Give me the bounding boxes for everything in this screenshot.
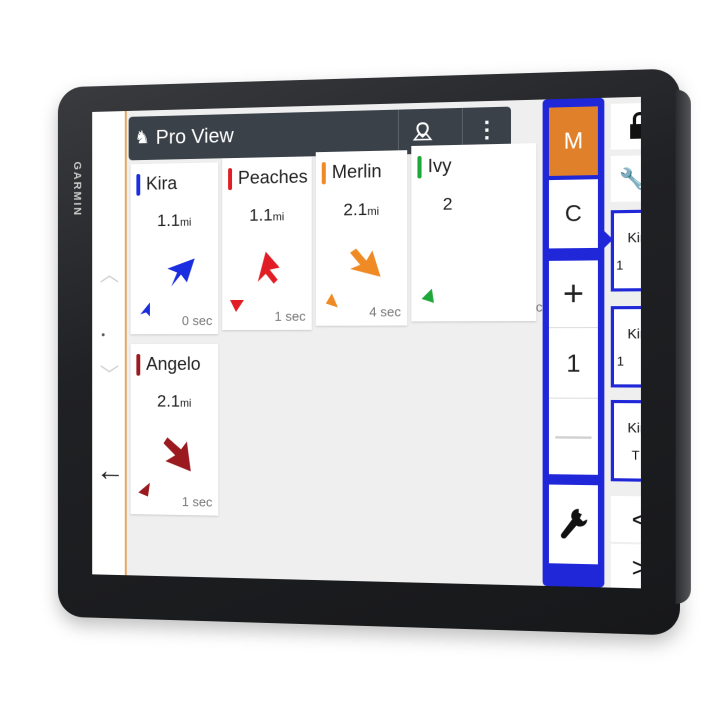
- direction-arrow-icon: [257, 251, 280, 284]
- small-direction-icon: [138, 482, 150, 497]
- distance-value: 2.1: [343, 199, 368, 220]
- distance-value: 1.1: [157, 210, 181, 231]
- dog-distance: 2.1mi: [316, 199, 407, 221]
- direction-arrow-icon: [163, 437, 191, 472]
- dog-card-merlin[interactable]: Merlin 2.1mi 4 sec: [315, 150, 408, 326]
- mode-m-button[interactable]: M: [548, 106, 598, 176]
- left-strip: ︿ ﹀ ←: [92, 111, 127, 576]
- slot-kira-1c[interactable]: Kira 1 C: [610, 305, 641, 388]
- scroll-down-icon[interactable]: ﹀: [100, 365, 119, 387]
- dog-color-bar: [228, 168, 233, 191]
- chevron-left-icon[interactable]: <: [610, 495, 641, 543]
- dog-update-time: c: [535, 299, 543, 315]
- mic-dot: [101, 333, 105, 337]
- garmin-device: GARMIN ︿ ﹀ ← ♞ Pro View ⋮ Kira 1.1mi 0 s…: [57, 68, 680, 636]
- wrench-icon: 🔧: [618, 167, 641, 191]
- slot-kira-1m[interactable]: Kira 1 M: [610, 209, 641, 292]
- slot-sub: 1 M: [616, 257, 641, 273]
- level-value: 1: [548, 331, 598, 399]
- level-stepper: + 1 —: [548, 260, 598, 475]
- unlock-icon: [627, 111, 641, 139]
- dog-name: Merlin: [331, 160, 382, 183]
- dog-color-bar: [136, 173, 141, 196]
- distance-unit: mi: [180, 216, 192, 229]
- increase-button[interactable]: +: [548, 260, 598, 329]
- small-direction-icon: [421, 288, 434, 303]
- mode-popup: M C + 1 —: [542, 97, 613, 588]
- tools-button[interactable]: 🔧 3: [610, 154, 641, 202]
- unlock-button[interactable]: [610, 102, 641, 150]
- slot-name: Kira: [627, 325, 641, 342]
- small-direction-icon: [140, 302, 150, 317]
- dog-card-kira[interactable]: Kira 1.1mi 0 sec: [130, 162, 219, 335]
- direction-arrow-icon: [167, 258, 195, 287]
- distance-unit: mi: [272, 211, 285, 224]
- dog-color-bar: [417, 155, 422, 179]
- distance-value: 2: [442, 194, 453, 214]
- dog-update-time: 1 sec: [274, 308, 306, 324]
- right-toolbar: 🔧 3 Kira 1 M Kira 1 C Kira T < >: [610, 97, 641, 589]
- dog-distance: 2.1mi: [131, 392, 219, 412]
- wrench-icon: [560, 508, 588, 539]
- mode-c-button[interactable]: C: [548, 179, 598, 249]
- chevron-right-icon[interactable]: >: [610, 543, 641, 589]
- dog-name: Angelo: [146, 353, 201, 374]
- scroll-up-icon[interactable]: ︿: [100, 264, 119, 286]
- back-arrow-icon[interactable]: ←: [96, 454, 125, 487]
- dog-name: Kira: [146, 173, 178, 194]
- page-title: Pro View: [155, 125, 234, 149]
- dog-update-time: 4 sec: [369, 304, 402, 320]
- dog-name: Ivy: [427, 155, 452, 177]
- slot-sub: T: [631, 447, 641, 463]
- dog-distance: 1.1mi: [131, 210, 219, 231]
- slot-sub: 1 C: [616, 353, 641, 369]
- dog-name: Peaches: [237, 166, 308, 188]
- small-direction-icon: [325, 293, 338, 308]
- screen: ︿ ﹀ ← ♞ Pro View ⋮ Kira 1.1mi 0 sec Peac…: [92, 96, 641, 589]
- distance-unit: mi: [180, 397, 192, 410]
- slot-kira-t[interactable]: Kira T: [610, 399, 641, 483]
- distance-value: 1.1: [249, 205, 273, 225]
- dog-card-angelo[interactable]: Angelo 2.1mi 1 sec: [130, 344, 219, 516]
- dog-color-bar: [321, 162, 326, 185]
- decrease-button[interactable]: —: [549, 402, 598, 469]
- map-pin-icon: [411, 120, 434, 143]
- brand-logo: GARMIN: [71, 161, 83, 218]
- direction-arrow-icon: [350, 248, 381, 278]
- settings-wrench-button[interactable]: [548, 484, 598, 565]
- small-direction-icon: [230, 299, 244, 312]
- dog-color-bar: [136, 353, 141, 376]
- dog-update-time: 1 sec: [181, 494, 213, 510]
- dog-distance: 2: [411, 194, 453, 215]
- slot-name: Kira: [627, 419, 641, 436]
- dog-icon: ♞: [134, 127, 151, 148]
- distance-value: 2.1: [157, 391, 181, 411]
- dog-card-peaches[interactable]: Peaches 1.1mi 1 sec: [222, 156, 312, 331]
- dog-update-time: 0 sec: [181, 313, 213, 329]
- dog-distance: 1.1mi: [222, 205, 312, 226]
- slot-name: Kira: [627, 228, 641, 245]
- dog-card-ivy[interactable]: Ivy 2 c: [411, 143, 543, 322]
- distance-unit: mi: [367, 205, 380, 219]
